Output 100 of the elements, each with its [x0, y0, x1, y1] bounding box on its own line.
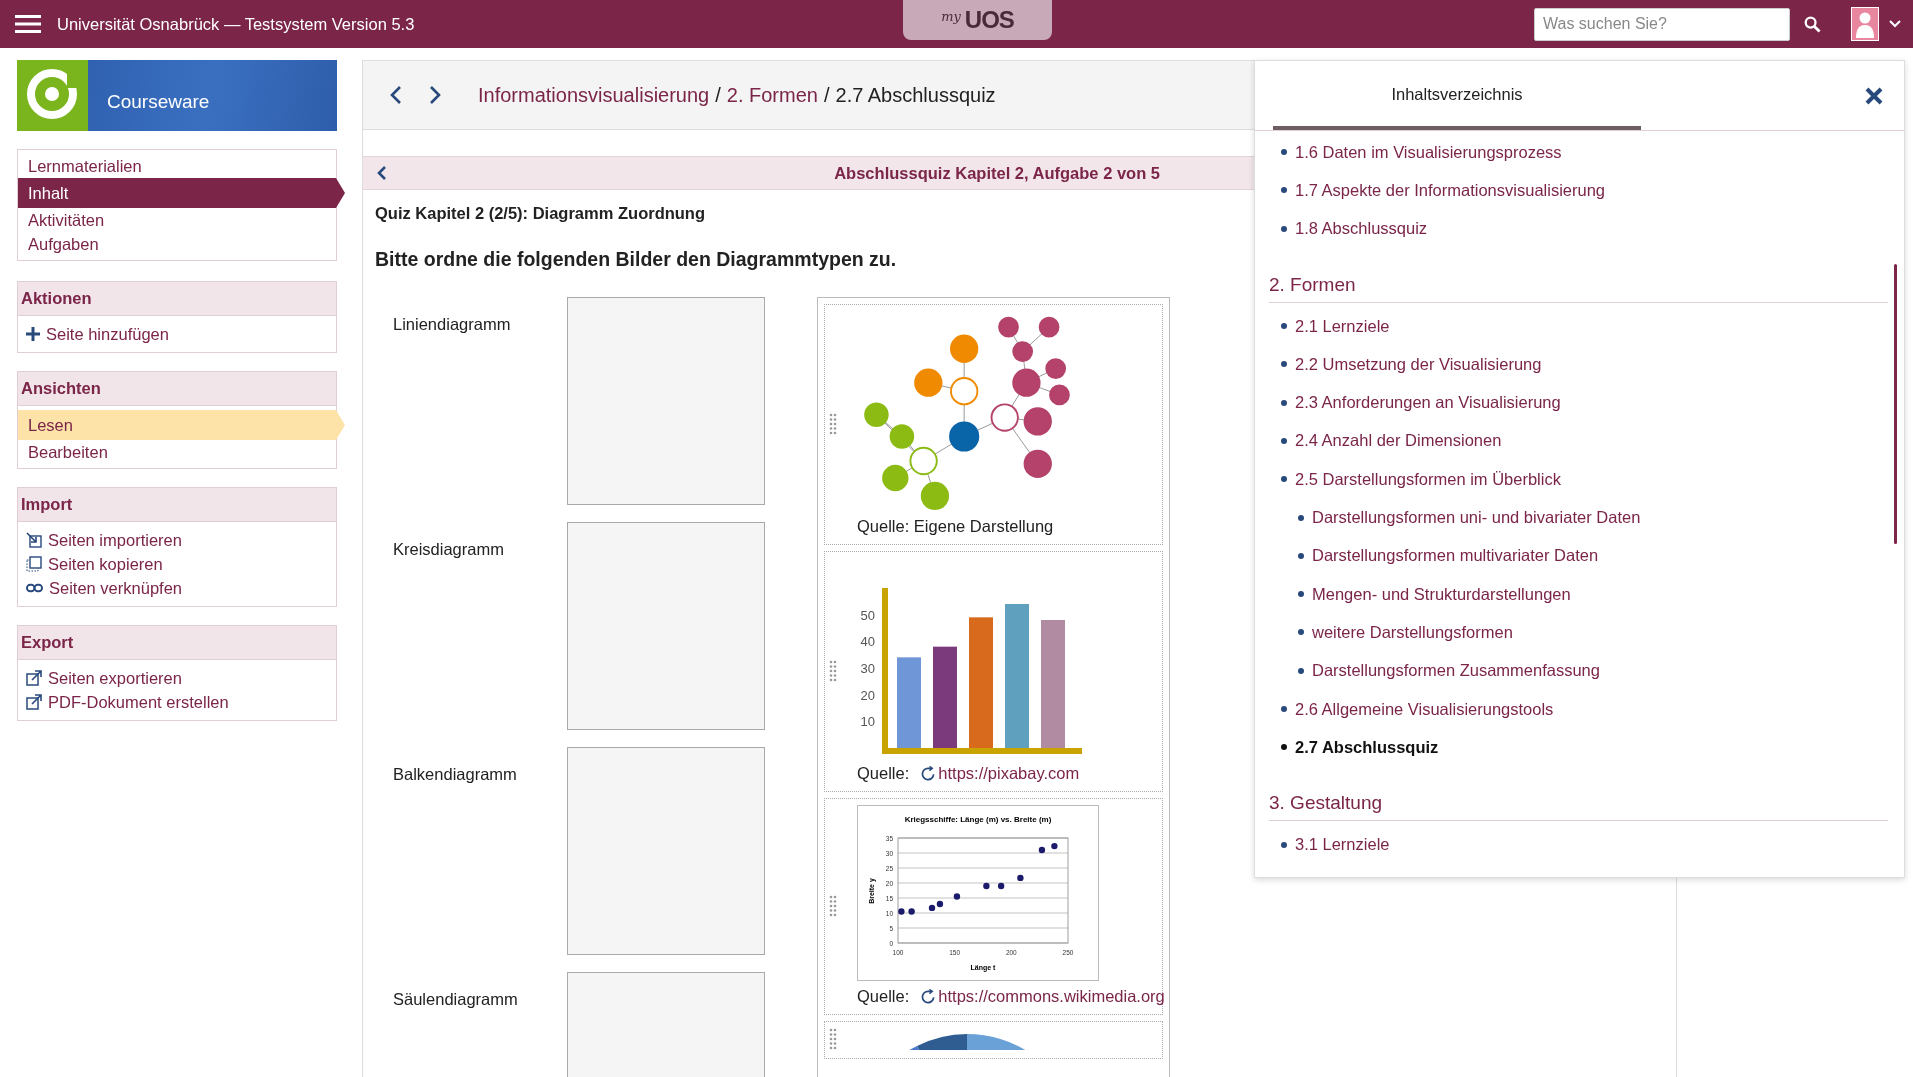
toc-item[interactable]: Darstellungsformen Zusammenfassung	[1298, 651, 1888, 690]
external-link-icon	[26, 670, 42, 686]
sidebar-item[interactable]: Seiten verknüpfen	[18, 576, 336, 600]
logo-text: UOS	[964, 6, 1014, 34]
draggable-image-card[interactable]: 10 20 30 40 50 Quelle: https://pixabay.com	[824, 551, 1163, 792]
panel-heading: Ansichten	[18, 372, 336, 406]
toc-item[interactable]: 2.7 Abschlussquiz	[1281, 728, 1888, 767]
sidebar-item[interactable]: Lesen	[18, 410, 345, 440]
link-icon	[26, 583, 43, 593]
bullet-icon	[1281, 476, 1287, 483]
bullet-icon	[1281, 841, 1287, 848]
caret-icon[interactable]	[1889, 20, 1901, 28]
scrollbar[interactable]	[1894, 264, 1897, 544]
copy-icon	[26, 556, 42, 572]
data-point	[1051, 842, 1058, 850]
data-point	[953, 893, 961, 900]
toc-tab[interactable]: Inhaltsverzeichnis	[1273, 85, 1641, 130]
category-label: Säulendiagramm	[393, 989, 519, 1010]
panel-heading: Export	[18, 626, 336, 660]
menu-icon[interactable]	[15, 14, 41, 34]
sidebar-item[interactable]: Seiten importieren	[18, 528, 336, 552]
toc-section-heading[interactable]: 2. Formen	[1269, 257, 1888, 303]
back-icon[interactable]	[377, 165, 387, 181]
search-icon[interactable]	[1804, 15, 1821, 33]
axis-tick-label: 50	[860, 607, 875, 623]
drag-handle-icon[interactable]	[829, 1028, 837, 1050]
search-field[interactable]: Was suchen Sie?	[1534, 7, 1790, 41]
sidebar-item[interactable]: Lernmaterialien	[18, 154, 336, 178]
draggable-image-card[interactable]: Quelle: Eigene Darstellung	[824, 304, 1163, 545]
external-link-icon	[26, 694, 42, 710]
bullet-icon	[1298, 591, 1304, 598]
bullet-icon	[1281, 187, 1287, 194]
drag-handle-icon[interactable]	[829, 894, 837, 917]
category-label: Liniendiagramm	[393, 314, 512, 335]
sidebar-item[interactable]: Aktivitäten	[18, 208, 336, 232]
previous-icon[interactable]	[390, 85, 402, 105]
toc-section-heading[interactable]: 3. Gestaltung	[1269, 776, 1888, 822]
breadcrumb-link[interactable]: Informationsvisualisierung	[478, 83, 710, 107]
bullet-icon	[1298, 552, 1304, 559]
courseware-title: Courseware	[107, 90, 210, 113]
bullet-icon	[1281, 225, 1287, 232]
draggable-image-card[interactable]	[824, 1021, 1163, 1059]
data-point	[1017, 874, 1024, 882]
panel-heading: Aktionen	[18, 282, 336, 316]
close-icon[interactable]	[1864, 86, 1884, 106]
panel-heading: Import	[18, 488, 336, 522]
source-link[interactable]: https://commons.wikimedia.org	[938, 987, 1165, 1006]
import-icon	[26, 532, 42, 548]
toc-item[interactable]: Mengen- und Strukturdarstellungen	[1298, 574, 1888, 614]
sidebar-item[interactable]: Seite hinzufügen	[18, 322, 336, 346]
sidebar-item[interactable]: PDF-Dokument erstellen	[18, 690, 336, 714]
toc-item[interactable]: 2.3 Anforderungen an Visualisierung	[1281, 383, 1888, 422]
source-label: Quelle: Eigene Darstellung	[857, 517, 1054, 536]
bullet-icon	[1281, 323, 1287, 330]
quiz-progress-title: Abschlussquiz Kapitel 2, Aufgabe 2 von 5	[834, 163, 1160, 183]
sidebar-item[interactable]: Seiten exportieren	[18, 666, 336, 690]
source-label: Quelle:	[857, 987, 910, 1006]
plus-icon	[26, 327, 40, 341]
data-point	[983, 882, 990, 890]
category-label: Balkendiagramm	[393, 764, 518, 785]
toc-item[interactable]: 3.1 Lernziele	[1281, 825, 1888, 864]
avatar-icon[interactable]	[1851, 7, 1879, 41]
source-link[interactable]: https://pixabay.com	[938, 764, 1080, 783]
chart-title: Kriegsschiffe: Länge (m) vs. Breite (m)	[904, 815, 1052, 824]
circular-arrow-icon	[921, 766, 937, 781]
sidebar-item[interactable]: Inhalt	[18, 178, 345, 208]
sidebar-item[interactable]: Aufgaben	[18, 232, 336, 256]
bullet-icon	[1298, 629, 1304, 636]
toc-item[interactable]: 2.5 Darstellungsformen im Überblick	[1281, 460, 1888, 499]
breadcrumb-link[interactable]: 2. Formen	[726, 83, 818, 107]
toc-item[interactable]: 2.6 Allgemeine Visualisierungstools	[1281, 689, 1888, 729]
toc-item[interactable]: 1.7 Aspekte der Informationsvisualisierung	[1281, 171, 1888, 210]
bullet-icon	[1281, 744, 1287, 751]
data-point	[1038, 846, 1046, 854]
sidebar-item[interactable]: Seiten kopieren	[18, 552, 336, 576]
toc-item[interactable]: 2.4 Anzahl der Dimensionen	[1281, 421, 1888, 461]
sidebar-item[interactable]: Bearbeiten	[18, 440, 336, 464]
bullet-icon	[1298, 667, 1304, 674]
category-label: Kreisdiagramm	[393, 539, 505, 560]
drag-handle-icon[interactable]	[829, 659, 837, 682]
toc-item[interactable]: 1.6 Daten im Visualisierungsprozess	[1281, 133, 1888, 172]
source-label: Quelle:	[857, 764, 910, 783]
logo-prefix: my	[941, 8, 961, 24]
toc-item[interactable]: weitere Darstellungsformen	[1298, 613, 1888, 652]
toc-item[interactable]: Darstellungsformen uni- und bivariater Daten	[1298, 498, 1888, 537]
toc-item[interactable]: Darstellungsformen multivariater Daten	[1298, 536, 1888, 575]
bullet-icon	[1298, 514, 1304, 521]
toc-item[interactable]: 1.8 Abschlussquiz	[1281, 209, 1888, 248]
toc-item[interactable]: 2.2 Umsetzung der Visualisierung	[1281, 345, 1888, 384]
next-icon[interactable]	[429, 85, 441, 105]
drag-handle-icon[interactable]	[829, 412, 837, 435]
data-point	[997, 882, 1005, 890]
data-point	[908, 908, 915, 915]
bullet-icon	[1281, 361, 1287, 368]
data-point	[898, 908, 905, 915]
quiz-title: Quiz Kapitel 2 (2/5): Diagramm Zuordnung	[375, 204, 707, 223]
axis-tick-label: 40	[860, 634, 875, 650]
quiz-instruction: Bitte ordne die folgenden Bilder den Diagrammtypen zu.	[375, 248, 898, 271]
toc-item[interactable]: 2.1 Lernziele	[1281, 306, 1888, 346]
breadcrumb-separator: /	[715, 83, 721, 107]
